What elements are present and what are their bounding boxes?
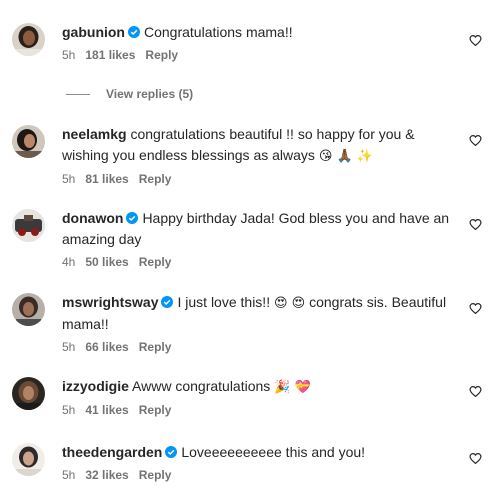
comment-body: Loveeeeeeeeee this and you! [181,444,366,460]
comment-likes[interactable]: 81 likes [85,172,128,186]
avatar[interactable] [12,23,45,56]
reply-button[interactable]: Reply [139,172,172,186]
like-heart-icon[interactable] [469,452,482,465]
comment-emoji: 🎉 💝 [274,380,311,395]
avatar[interactable] [12,125,45,158]
verified-badge-icon [126,212,139,224]
comment-username[interactable]: izzyodigie [62,378,129,394]
comment-time[interactable]: 5h [62,403,75,417]
comment-likes[interactable]: 50 likes [85,255,128,269]
comment-likes[interactable]: 66 likes [85,340,128,354]
comment-likes[interactable]: 32 likes [85,468,128,482]
verified-badge-icon [161,296,174,308]
comment-username[interactable]: theedengarden [62,444,162,460]
comment-text: izzyodigie Awww congratulations 🎉 💝 [62,376,452,398]
like-heart-icon[interactable] [469,385,482,398]
avatar[interactable] [12,209,45,242]
comment-username[interactable]: donawon [62,210,123,226]
comment-time[interactable]: 5h [62,172,75,186]
comment-body: Awww congratulations [132,378,271,394]
comment-emoji: 😘 🙏🏾 ✨ [318,149,374,164]
comment-meta: 5h 81 likes Reply [62,171,452,187]
comment-username[interactable]: mswrightsway [62,294,158,310]
comment-text: mswrightsway I just love this!! 😍 😍 congr… [62,292,452,335]
reply-button[interactable]: Reply [145,48,178,62]
comment-likes[interactable]: 41 likes [85,403,128,417]
comment-meta: 5h 181 likes Reply [62,47,452,63]
view-replies-divider [66,94,90,96]
reply-button[interactable]: Reply [139,340,172,354]
like-heart-icon[interactable] [469,218,482,231]
comment-meta: 5h 32 likes Reply [62,467,452,483]
like-heart-icon[interactable] [469,34,482,47]
comment-text: donawon Happy birthday Jada! God bless yo… [62,208,452,250]
reply-button[interactable]: Reply [139,403,172,417]
comment-body: I just love this!! [177,294,271,310]
comment-text: neelamkg congratulations beautiful !! so… [62,124,452,167]
comment-time[interactable]: 4h [62,255,75,269]
comment-time[interactable]: 5h [62,48,75,62]
reply-button[interactable]: Reply [139,468,172,482]
comment-text: gabunion Congratulations mama!! [62,22,452,43]
reply-button[interactable]: Reply [139,255,172,269]
verified-badge-icon [128,26,140,38]
comment-emoji: 😍 😍 [273,296,306,311]
view-replies-label: View replies (5) [106,87,194,101]
like-heart-icon[interactable] [469,302,482,315]
comment-time[interactable]: 5h [62,340,75,354]
comment-meta: 5h 41 likes Reply [62,402,452,418]
comment-meta: 5h 66 likes Reply [62,339,452,355]
avatar[interactable] [12,443,45,476]
comment-body: Congratulations mama!! [144,24,293,40]
avatar[interactable] [12,293,45,326]
like-heart-icon[interactable] [469,134,482,147]
verified-badge-icon [165,446,178,458]
comment-time[interactable]: 5h [62,468,75,482]
comment-username[interactable]: gabunion [62,24,125,40]
comment-meta: 4h 50 likes Reply [62,254,452,270]
avatar[interactable] [12,377,45,410]
comment-likes[interactable]: 181 likes [85,48,135,62]
view-replies-button[interactable]: View replies (5) [66,86,193,102]
comment-text: theedengarden Loveeeeeeeeee this and you! [62,442,452,463]
comment-username[interactable]: neelamkg [62,126,127,142]
